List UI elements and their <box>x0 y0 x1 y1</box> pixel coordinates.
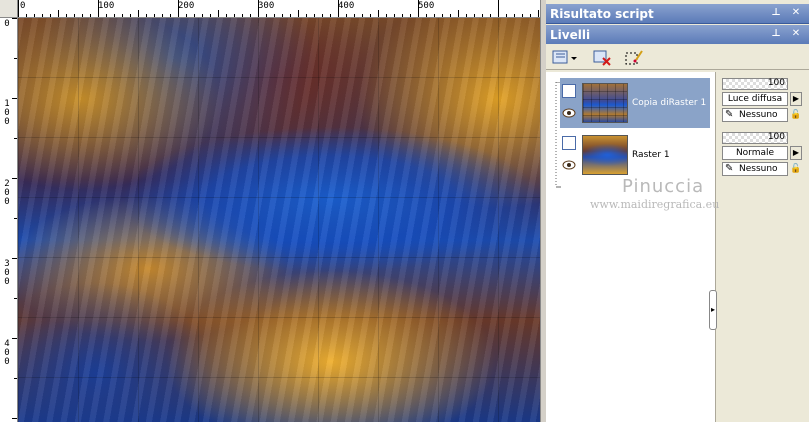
raster-layer-icon <box>562 136 576 150</box>
right-panels: Risultato script ⊥ ✕ Livelli ⊥ ✕ Copia d… <box>546 0 809 422</box>
layer-properties: 100 Luce diffusa ▶ ✎ Nessuno 🔓 100 Norma… <box>718 72 809 422</box>
new-layer-icon[interactable] <box>550 47 578 67</box>
horizontal-ruler: 0 100 200 300 400 500 <box>18 0 540 18</box>
opacity-value: 100 <box>767 132 785 142</box>
ruler-ticks <box>18 0 539 17</box>
ruler-ticks <box>12 18 17 419</box>
visibility-eye-icon[interactable] <box>562 160 576 170</box>
canvas-texture <box>18 18 540 422</box>
brush-icon: ✎ <box>725 163 734 174</box>
image-canvas[interactable] <box>18 18 540 422</box>
close-icon[interactable]: ✕ <box>790 7 802 19</box>
layer-row[interactable]: Raster 1 <box>560 130 710 180</box>
canvas-area: 0 100 200 300 400 500 0 1 0 0 2 0 0 3 0 … <box>0 0 546 422</box>
lock-icon[interactable]: 🔓 <box>790 108 802 122</box>
link-value: Nessuno <box>739 164 778 174</box>
layer-thumbnail <box>582 135 628 175</box>
watermark-url: www.maidiregrafica.eu <box>590 198 720 211</box>
layers-panel-title[interactable]: Livelli ⊥ ✕ <box>546 25 809 45</box>
opacity-slider[interactable]: 100 <box>722 78 788 90</box>
layer-name: Copia diRaster 1 <box>632 98 707 108</box>
link-select[interactable]: ✎ Nessuno <box>722 162 788 176</box>
layer-thumbnail <box>582 83 628 123</box>
script-panel-title[interactable]: Risultato script ⊥ ✕ <box>546 4 809 24</box>
visibility-eye-icon[interactable] <box>562 108 576 118</box>
raster-layer-icon <box>562 84 576 98</box>
pin-icon[interactable]: ⊥ <box>770 7 782 19</box>
watermark-name: Pinuccia <box>622 176 705 197</box>
layer-name: Raster 1 <box>632 150 670 160</box>
close-icon[interactable]: ✕ <box>790 28 802 40</box>
layers-toolbar <box>546 44 809 70</box>
layers-panel-title-text: Livelli <box>550 28 591 42</box>
mask-icon[interactable] <box>622 47 644 67</box>
brush-icon: ✎ <box>725 109 734 120</box>
blend-mode-select[interactable]: Luce diffusa <box>722 92 788 106</box>
lock-icon[interactable]: 🔓 <box>790 162 802 176</box>
dropdown-arrow-icon[interactable]: ▶ <box>790 92 802 106</box>
delete-layer-icon[interactable] <box>590 47 612 67</box>
link-select[interactable]: ✎ Nessuno <box>722 108 788 122</box>
vertical-ruler: 0 1 0 0 2 0 0 3 0 0 4 0 0 <box>0 18 18 422</box>
layer-row[interactable]: Copia diRaster 1 <box>560 78 710 128</box>
opacity-value: 100 <box>767 78 785 88</box>
layers-list: Copia diRaster 1 Raster 1 <box>546 72 716 422</box>
panel-split-handle[interactable]: ▸ <box>709 290 717 330</box>
link-value: Nessuno <box>739 110 778 120</box>
script-panel-title-text: Risultato script <box>550 7 654 21</box>
blend-mode-select[interactable]: Normale <box>722 146 788 160</box>
ruler-corner <box>0 0 18 18</box>
dropdown-arrow-icon[interactable]: ▶ <box>790 146 802 160</box>
pin-icon[interactable]: ⊥ <box>770 28 782 40</box>
opacity-slider[interactable]: 100 <box>722 132 788 144</box>
